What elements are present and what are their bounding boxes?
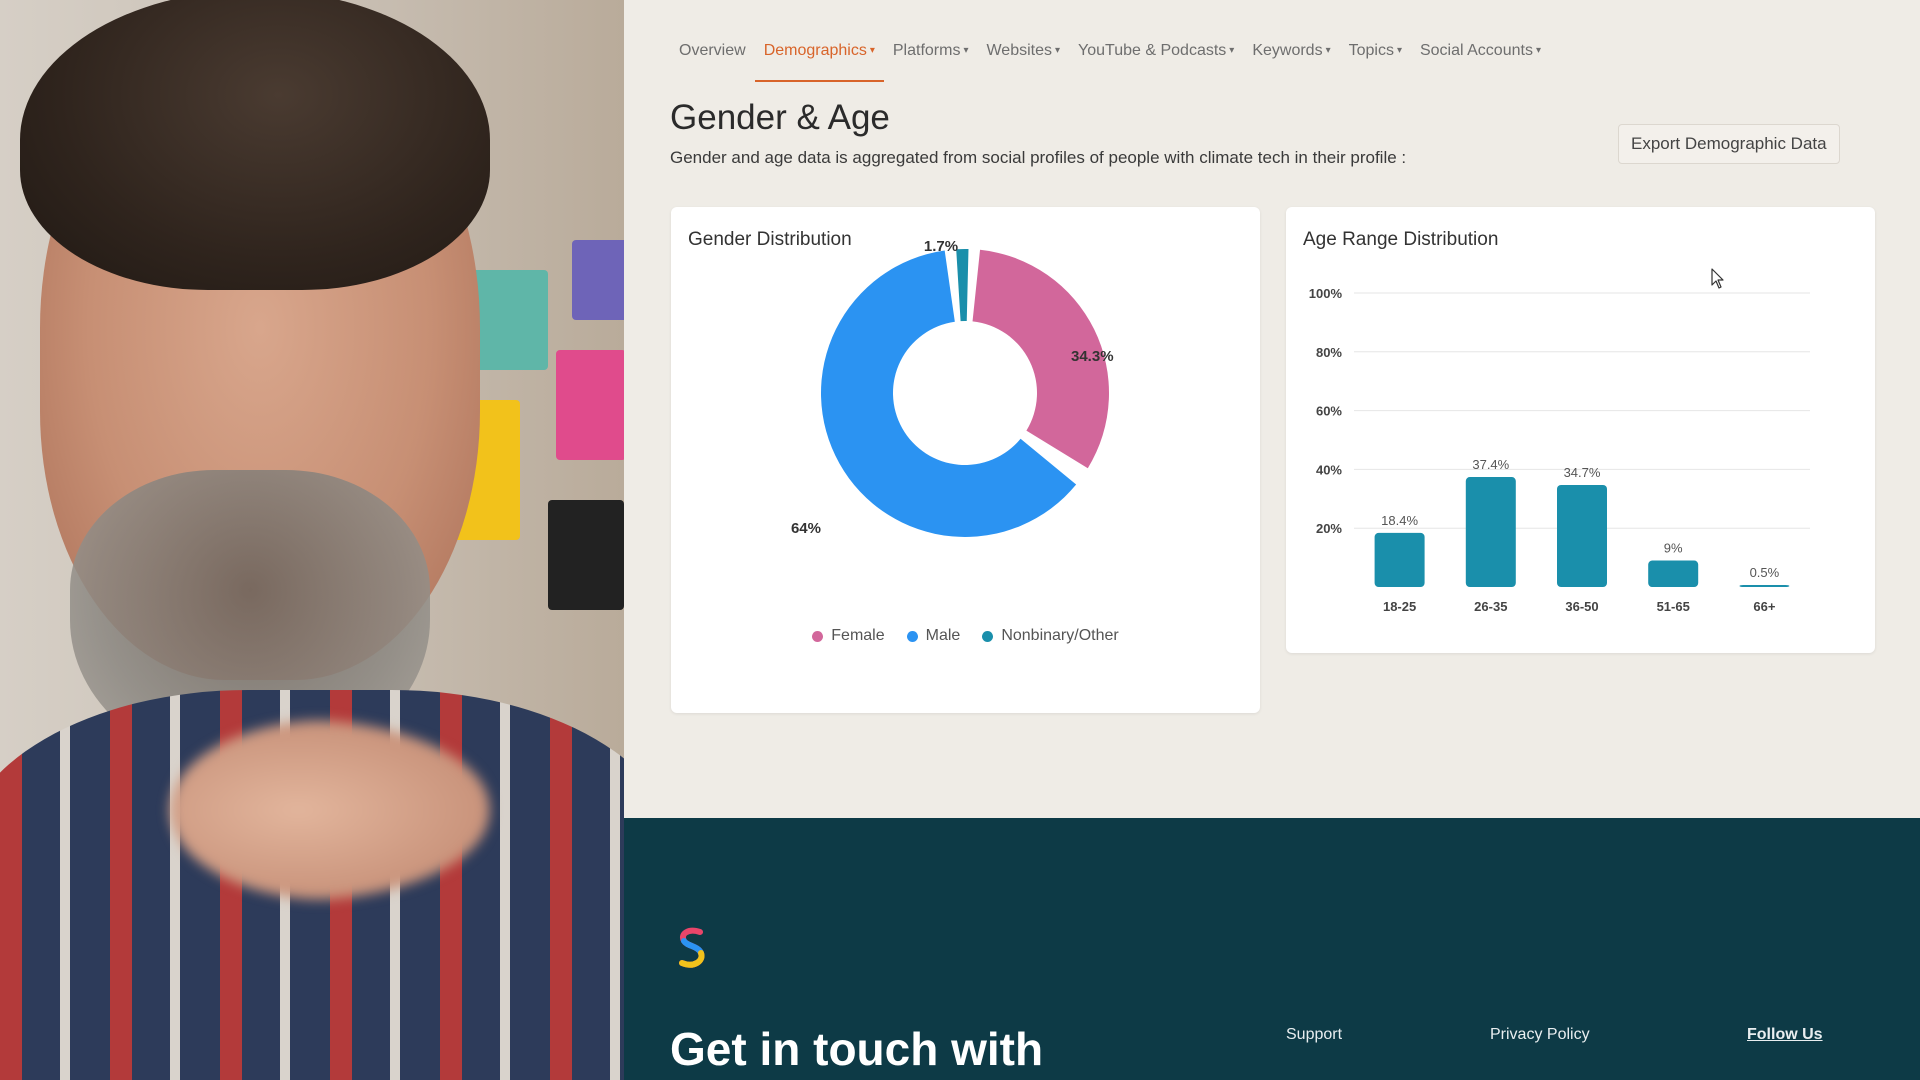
- y-tick-label: 100%: [1309, 286, 1343, 301]
- footer-link-privacy[interactable]: Privacy Policy: [1490, 1026, 1590, 1044]
- legend-item[interactable]: Nonbinary/Other: [982, 627, 1119, 645]
- x-tick-label: 36-50: [1565, 599, 1598, 614]
- caret-down-icon: ▾: [1229, 45, 1235, 56]
- caret-down-icon: ▾: [869, 45, 875, 56]
- nav-tab-label: Websites: [986, 42, 1052, 59]
- slice-value-label: 64%: [791, 520, 821, 537]
- nav-tab-demographics[interactable]: Demographics ▾: [754, 36, 885, 82]
- nav-tab-keywords[interactable]: Keywords ▾: [1243, 36, 1339, 82]
- page-description: Gender and age data is aggregated from s…: [670, 148, 1407, 167]
- legend-label: Female: [831, 627, 885, 644]
- gender-donut-chart: 34.3% 64% 1.7%: [791, 238, 1114, 538]
- footer-link-support[interactable]: Support: [1286, 1026, 1342, 1044]
- nav-tab-youtube-podcasts[interactable]: YouTube & Podcasts ▾: [1069, 36, 1243, 82]
- legend-item[interactable]: Female: [812, 627, 885, 645]
- presenter-hair: [20, 0, 490, 290]
- y-tick-label: 60%: [1316, 404, 1342, 419]
- x-tick-label: 26-35: [1474, 599, 1507, 614]
- x-tick-label: 51-65: [1657, 599, 1690, 614]
- nav-tab-topics[interactable]: Topics ▾: [1340, 36, 1411, 82]
- caret-down-icon: ▾: [1055, 45, 1061, 56]
- nav-tab-social-accounts[interactable]: Social Accounts ▾: [1411, 36, 1550, 82]
- nav-tab-label: Keywords: [1252, 42, 1323, 59]
- bar-value-label: 37.4%: [1472, 457, 1509, 472]
- nav-tab-label: Platforms: [892, 42, 961, 59]
- nav-tab-label: Topics: [1348, 42, 1394, 59]
- bar-value-label: 34.7%: [1564, 465, 1601, 480]
- caret-down-icon: ▾: [963, 45, 969, 56]
- x-tick-label: 66+: [1753, 599, 1775, 614]
- caret-down-icon: ▾: [1396, 45, 1402, 56]
- nav-tab-label: Demographics: [763, 42, 867, 59]
- wall-poster: [572, 240, 624, 320]
- caret-down-icon: ▾: [1325, 45, 1331, 56]
- y-tick-label: 80%: [1316, 345, 1342, 360]
- top-nav: Overview Demographics ▾ Platforms ▾ Websites ▾…: [670, 36, 1550, 82]
- legend-dot-icon: [906, 630, 918, 642]
- x-tick-label: 18-25: [1383, 599, 1416, 614]
- age-bar[interactable]: [1465, 477, 1516, 587]
- slice-value-label: 34.3%: [1071, 348, 1114, 365]
- y-tick-label: 20%: [1316, 521, 1342, 536]
- bar-value-label: 9%: [1664, 541, 1683, 556]
- legend-dot-icon: [812, 630, 824, 642]
- nav-tab-label: Overview: [679, 42, 746, 59]
- brand-s-logo[interactable]: [674, 926, 710, 970]
- mouse-cursor-icon: [1711, 268, 1724, 289]
- nav-tab-websites[interactable]: Websites ▾: [977, 36, 1069, 82]
- wall-poster: [556, 350, 624, 460]
- page-title: Gender & Age: [670, 98, 890, 137]
- footer-heading: Get in touch with: [670, 1023, 1044, 1075]
- caret-down-icon: ▾: [1535, 45, 1541, 56]
- bar-value-label: 0.5%: [1750, 565, 1780, 580]
- wall-poster: [548, 500, 624, 610]
- age-range-distribution-card: Age Range Distribution 20% 40% 60% 80% 100% 1…: [1286, 207, 1875, 653]
- age-bar[interactable]: [1557, 484, 1607, 587]
- age-bar[interactable]: [1739, 585, 1790, 587]
- age-bar-chart: 20% 40% 60% 80% 100% 18.4% 18-25 37.4% 26-35 34.7…: [1309, 286, 1810, 614]
- export-demographic-data-button[interactable]: Export Demographic Data: [1618, 124, 1840, 164]
- analytics-page: Overview Demographics ▾ Platforms ▾ Websites ▾…: [624, 0, 1920, 1080]
- wall-poster: [468, 270, 548, 370]
- donut-slice-nonbinary-other[interactable]: [956, 249, 969, 322]
- legend-dot-icon: [982, 630, 994, 642]
- nav-tab-label: Social Accounts: [1419, 42, 1533, 59]
- gender-distribution-card: Gender Distribution 34.3% 64% 1.7% Female M…: [671, 207, 1260, 713]
- bar-value-label: 18.4%: [1381, 513, 1418, 528]
- chart-legend: Female Male Nonbinary/Other: [671, 627, 1260, 645]
- footer-link-follow-us[interactable]: Follow Us: [1747, 1026, 1823, 1044]
- presenter-hand: [170, 720, 490, 900]
- legend-label: Male: [925, 627, 961, 644]
- webcam-overlay: [0, 0, 624, 1080]
- site-footer: Get in touch with Support Privacy Policy…: [624, 818, 1920, 1080]
- legend-item[interactable]: Male: [906, 627, 961, 645]
- legend-label: Nonbinary/Other: [1001, 627, 1119, 644]
- y-tick-label: 40%: [1316, 462, 1342, 477]
- nav-tab-label: YouTube & Podcasts: [1078, 42, 1227, 59]
- nav-tab-overview[interactable]: Overview: [670, 36, 755, 82]
- nav-tab-platforms[interactable]: Platforms ▾: [884, 36, 978, 82]
- slice-value-label: 1.7%: [924, 238, 958, 255]
- age-bar[interactable]: [1648, 560, 1699, 587]
- age-bar[interactable]: [1374, 532, 1425, 587]
